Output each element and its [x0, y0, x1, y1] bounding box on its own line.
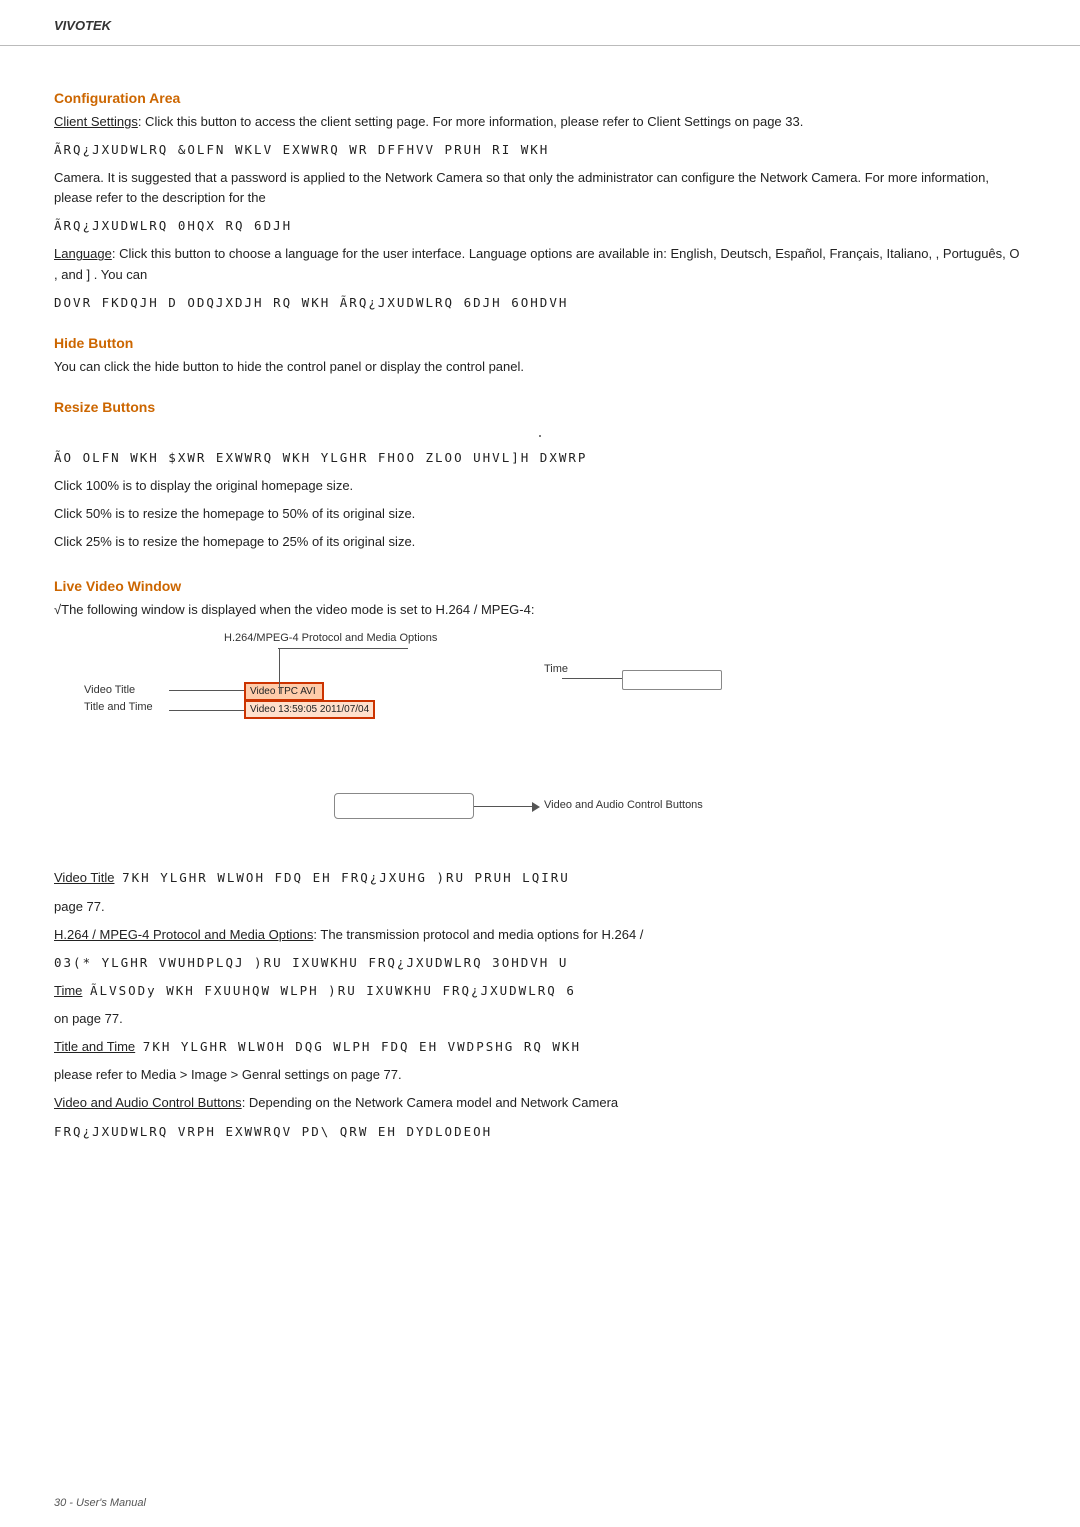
- bracket-h: [278, 648, 408, 649]
- time-desc: Time ÃLVSODy WKH FXUUHQW WLPH )RU IXUWKH…: [54, 981, 1026, 1001]
- video-title-left-label: Video Title: [84, 684, 135, 696]
- time-label-diagram: Time: [544, 663, 568, 675]
- video-title-desc: Video Title 7KH YLGHR WLWOH FDQ EH FRQ¿J…: [54, 868, 1026, 888]
- resize-100: Click 100% is to display the original ho…: [54, 476, 1026, 496]
- video-audio-text: : Depending on the Network Camera model …: [242, 1095, 618, 1110]
- video-title-encoded: 7KH YLGHR WLWOH FDQ EH FRQ¿JXUHG )RU PRU…: [122, 870, 570, 885]
- video-title-box1: Video TPC AVI: [244, 682, 324, 701]
- language-encoded: DOVR FKDQJH D ODQJXDJH RQ WKH ÃRQ¿JXUDWL…: [54, 293, 1026, 313]
- config-encoded-line1: ÃRQ¿JXUDWLRQ &OLFN WKLV EXWWRQ WR DFFHVV…: [54, 140, 1026, 160]
- video-title-page: page 77.: [54, 897, 1026, 917]
- live-video-window-heading: Live Video Window: [54, 578, 1026, 594]
- config-text2: Camera. It is suggested that a password …: [54, 168, 1026, 208]
- h264-text: : The transmission protocol and media op…: [313, 927, 643, 942]
- video-audio-encoded: FRQ¿JXUDWLRQ VRPH EXWWRQV PD\ QRW EH DYD…: [54, 1122, 1026, 1142]
- control-btn-arrowhead: [532, 802, 540, 812]
- video-title-text1: Video TPC AVI: [250, 686, 316, 697]
- live-video-diagram: H.264/MPEG-4 Protocol and Media Options …: [54, 628, 834, 858]
- title-and-time-left-label: Title and Time: [84, 701, 153, 713]
- video-title-underline: Video Title: [54, 870, 114, 885]
- video-title-text2: Video 13:59:05 2011/07/04: [250, 704, 369, 715]
- resize-buttons-heading: Resize Buttons: [54, 399, 1026, 415]
- resize-encoded-line: ÃO OLFN WKH $XWR EXWWRQ WKH YLGHR FHOO Z…: [54, 448, 1026, 468]
- brand-title: VIVOTEK: [54, 18, 111, 33]
- main-content: Configuration Area Client Settings: Clic…: [0, 46, 1080, 1190]
- hide-button-heading: Hide Button: [54, 335, 1026, 351]
- title-time-underline: Title and Time: [54, 1039, 135, 1054]
- video-audio-desc: Video and Audio Control Buttons: Dependi…: [54, 1093, 1026, 1113]
- time-box-diagram: [622, 670, 722, 690]
- time-page: on page 77.: [54, 1009, 1026, 1029]
- bracket-v: [279, 648, 280, 694]
- time-underline: Time: [54, 983, 82, 998]
- configuration-area-heading: Configuration Area: [54, 90, 1026, 106]
- page-header: VIVOTEK: [0, 0, 1080, 46]
- language-para: Language: Click this button to choose a …: [54, 244, 1026, 284]
- control-buttons-box: [334, 793, 474, 819]
- protocol-label: H.264/MPEG-4 Protocol and Media Options: [224, 632, 437, 644]
- h264-desc: H.264 / MPEG-4 Protocol and Media Option…: [54, 925, 1026, 945]
- title-time-encoded: 7KH YLGHR WLWOH DQG WLPH FDQ EH VWDPSHG …: [143, 1039, 581, 1054]
- time-arrow-h: [562, 678, 622, 679]
- title-time-page: please refer to Media > Image > Genral s…: [54, 1065, 1026, 1085]
- resize-50: Click 50% is to resize the homepage to 5…: [54, 504, 1026, 524]
- h264-underline: H.264 / MPEG-4 Protocol and Media Option…: [54, 927, 313, 942]
- time-encoded: ÃLVSODy WKH FXUUHQW WLPH )RU IXUWKHU FRQ…: [90, 983, 576, 998]
- h264-encoded: 03(* YLGHR VWUHDPLQJ )RU IXUWKHU FRQ¿JXU…: [54, 953, 1026, 973]
- page-number-label: 30 - User's Manual: [54, 1497, 146, 1509]
- client-settings-label: Client Settings: [54, 114, 138, 129]
- page-footer: 30 - User's Manual: [54, 1497, 146, 1509]
- title-time-desc: Title and Time 7KH YLGHR WLWOH DQG WLPH …: [54, 1037, 1026, 1057]
- video-title-box2: Video 13:59:05 2011/07/04: [244, 700, 375, 719]
- language-label: Language: [54, 246, 112, 261]
- video-title-arrow: [169, 690, 244, 691]
- title-time-arrow: [169, 710, 244, 711]
- dot-separator: .: [54, 421, 1026, 442]
- config-encoded-line2: ÃRQ¿JXUDWLRQ 0HQX RQ 6DJH: [54, 216, 1026, 236]
- client-settings-text: : Click this button to access the client…: [138, 114, 804, 129]
- control-btn-arrow: [474, 806, 534, 807]
- hide-button-text: You can click the hide button to hide th…: [54, 357, 1026, 377]
- resize-25: Click 25% is to resize the homepage to 2…: [54, 532, 1026, 552]
- control-buttons-label-diagram: Video and Audio Control Buttons: [544, 799, 703, 811]
- language-text: : Click this button to choose a language…: [54, 246, 1020, 281]
- live-video-intro: √The following window is displayed when …: [54, 600, 1026, 620]
- video-audio-underline: Video and Audio Control Buttons: [54, 1095, 242, 1110]
- client-settings-para: Client Settings: Click this button to ac…: [54, 112, 1026, 132]
